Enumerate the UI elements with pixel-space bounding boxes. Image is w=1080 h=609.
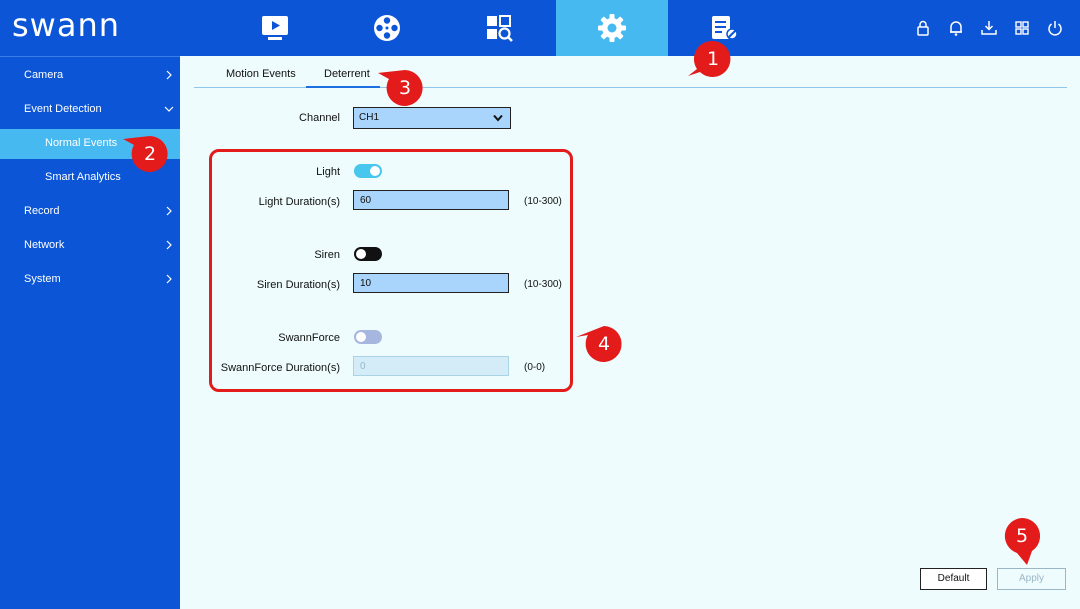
sidebar-item-label: System (24, 273, 61, 285)
sidebar-item-label: Record (24, 205, 60, 217)
swannforce-label: SwannForce (278, 332, 340, 344)
top-bar: swann (0, 0, 1080, 56)
sidebar-item-label: Camera (24, 69, 64, 81)
active-tab-underline (306, 86, 380, 88)
grid-icon[interactable] (1013, 19, 1031, 37)
sidebar-item-camera[interactable]: Camera (0, 61, 180, 91)
document-wrench-icon (712, 16, 738, 40)
siren-duration-input[interactable]: 10 (353, 273, 509, 293)
toggle-knob (356, 249, 366, 259)
swannforce-duration-range: (0-0) (524, 362, 546, 373)
film-reel-icon (374, 15, 400, 41)
tab-search[interactable] (443, 0, 555, 56)
search-grid-icon (487, 15, 513, 42)
channel-value: CH1 (359, 112, 380, 123)
callout-number: 2 (143, 143, 157, 165)
callout-marker-5: 5 (1003, 517, 1041, 565)
tab-settings[interactable] (556, 0, 668, 56)
tab-recording[interactable] (331, 0, 443, 56)
channel-label: Channel (299, 112, 340, 124)
bell-icon[interactable] (947, 19, 965, 37)
tab-motion-events[interactable]: Motion Events (226, 68, 296, 80)
chevron-right-icon (166, 70, 172, 80)
sidebar-item-label: Event Detection (24, 103, 102, 115)
play-monitor-icon (262, 16, 288, 40)
light-label: Light (316, 166, 340, 178)
sidebar-item-label: Network (24, 239, 65, 251)
swann-logo: swann (12, 6, 121, 44)
callout-number: 4 (597, 333, 611, 355)
main-panel: Motion Events Deterrent Channel CH1 Ligh… (180, 56, 1080, 608)
callout-number: 1 (706, 48, 720, 70)
callout-marker-2: 2 (123, 135, 169, 173)
light-duration-label: Light Duration(s) (258, 196, 340, 208)
siren-duration-range: (10-300) (524, 279, 562, 290)
gear-icon (598, 14, 626, 42)
sidebar-item-label: Normal Events (45, 137, 118, 149)
chevron-down-icon (493, 114, 503, 122)
lock-icon[interactable] (914, 19, 932, 37)
siren-label: Siren (314, 249, 340, 261)
callout-number: 5 (1015, 525, 1029, 547)
sidebar-item-label: Smart Analytics (45, 171, 121, 183)
callout-number: 3 (398, 77, 412, 99)
swannforce-duration-input[interactable]: 0 (353, 356, 509, 376)
tab-playback[interactable] (219, 0, 331, 56)
callout-marker-3: 3 (378, 69, 424, 107)
light-toggle[interactable] (354, 164, 382, 178)
toggle-knob (370, 166, 380, 176)
power-icon[interactable] (1046, 19, 1064, 37)
swannforce-duration-label: SwannForce Duration(s) (220, 362, 340, 374)
swannforce-toggle[interactable] (354, 330, 382, 344)
download-icon[interactable] (980, 19, 998, 37)
channel-select[interactable]: CH1 (353, 107, 511, 129)
siren-duration-label: Siren Duration(s) (256, 279, 340, 291)
tab-deterrent[interactable]: Deterrent (324, 68, 370, 80)
siren-toggle[interactable] (354, 247, 382, 261)
toggle-knob (356, 332, 366, 342)
light-duration-range: (10-300) (524, 196, 562, 207)
default-button[interactable]: Default (920, 568, 987, 590)
light-duration-input[interactable]: 60 (353, 190, 509, 210)
apply-button[interactable]: Apply (997, 568, 1066, 590)
callout-marker-1: 1 (688, 40, 732, 78)
callout-marker-4: 4 (576, 325, 623, 363)
